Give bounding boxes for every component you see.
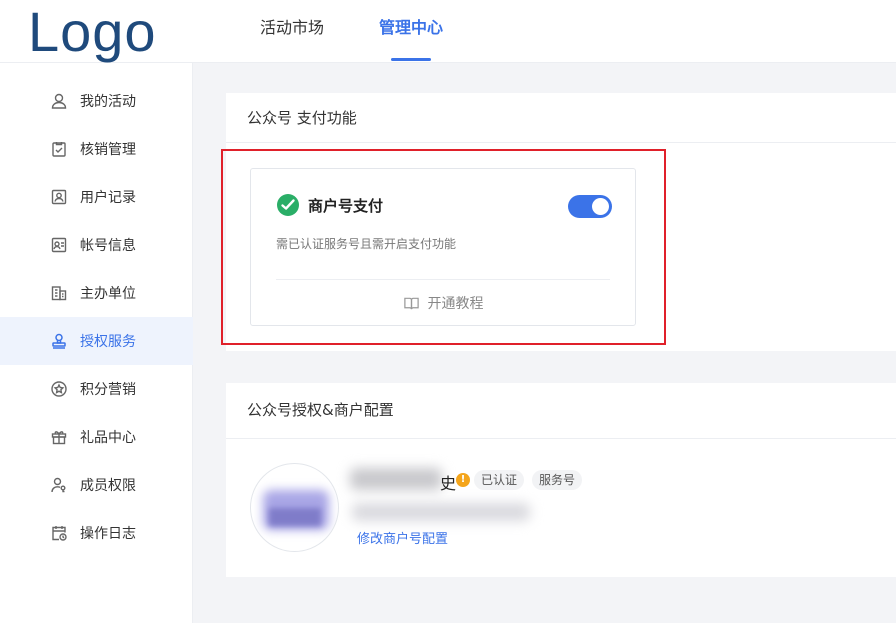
clipboard-check-icon <box>50 140 68 158</box>
sidebar-item-verification[interactable]: 核销管理 <box>0 125 193 173</box>
edit-merchant-config-link[interactable]: 修改商户号配置 <box>357 528 448 547</box>
sidebar: 我的活动 核销管理 用户记录 帐号信息 主办单位 授权服务 积分营销 礼品中心 … <box>0 63 193 623</box>
user-icon <box>50 92 68 110</box>
merchant-pay-toggle[interactable] <box>568 195 612 218</box>
id-card-icon <box>50 236 68 254</box>
section-title: 公众号 支付功能 <box>226 93 896 143</box>
warning-icon: ! <box>456 473 470 487</box>
sidebar-item-points-marketing[interactable]: 积分营销 <box>0 365 193 413</box>
verified-badge: 已认证 <box>474 470 525 490</box>
account-name: 史 <box>440 474 457 493</box>
sidebar-item-label: 积分营销 <box>80 382 136 398</box>
logo[interactable]: Logo <box>28 0 157 63</box>
calendar-log-icon <box>50 524 68 542</box>
sidebar-item-label: 用户记录 <box>80 190 136 206</box>
service-account-badge: 服务号 <box>532 470 583 490</box>
account-name-redacted <box>350 468 442 490</box>
tutorial-link[interactable]: 开通教程 <box>251 293 635 313</box>
section-title: 公众号授权&商户配置 <box>226 383 896 439</box>
active-tab-indicator <box>391 58 431 61</box>
top-bar: Logo 活动市场 管理中心 <box>0 0 896 63</box>
sidebar-item-label: 帐号信息 <box>80 238 136 254</box>
sidebar-item-label: 我的活动 <box>80 94 136 110</box>
sidebar-item-label: 授权服务 <box>80 334 136 350</box>
divider <box>276 279 610 280</box>
tab-activity-market[interactable]: 活动市场 <box>260 0 324 63</box>
sidebar-item-user-records[interactable]: 用户记录 <box>0 173 193 221</box>
user-key-icon <box>50 476 68 494</box>
sidebar-item-member-permissions[interactable]: 成员权限 <box>0 461 193 509</box>
building-icon <box>50 284 68 302</box>
user-record-icon <box>50 188 68 206</box>
stamp-icon <box>50 332 68 350</box>
sidebar-item-label: 成员权限 <box>80 478 136 494</box>
sidebar-item-account-info[interactable]: 帐号信息 <box>0 221 193 269</box>
account-subtitle-redacted <box>352 503 530 521</box>
gift-icon <box>50 428 68 446</box>
star-circle-icon <box>50 380 68 398</box>
tab-management-center[interactable]: 管理中心 <box>379 0 443 63</box>
sidebar-item-organizer[interactable]: 主办单位 <box>0 269 193 317</box>
sidebar-item-operation-log[interactable]: 操作日志 <box>0 509 193 557</box>
sidebar-item-authorization[interactable]: 授权服务 <box>0 317 193 365</box>
merchant-pay-description: 需已认证服务号且需开启支付功能 <box>276 237 457 251</box>
merchant-pay-card: 商户号支付 需已认证服务号且需开启支付功能 开通教程 <box>250 168 636 326</box>
sidebar-item-label: 主办单位 <box>80 286 136 302</box>
tutorial-label: 开通教程 <box>427 296 484 312</box>
sidebar-item-gift-center[interactable]: 礼品中心 <box>0 413 193 461</box>
account-avatar <box>250 463 339 552</box>
toggle-knob <box>592 198 609 215</box>
merchant-pay-title: 商户号支付 <box>276 193 383 217</box>
wechat-pay-icon <box>277 194 299 216</box>
merchant-pay-label: 商户号支付 <box>308 196 384 215</box>
sidebar-item-label: 礼品中心 <box>80 430 136 446</box>
sidebar-item-label: 核销管理 <box>80 142 136 158</box>
sidebar-item-my-activities[interactable]: 我的活动 <box>0 77 193 125</box>
sidebar-item-label: 操作日志 <box>80 526 136 542</box>
book-icon <box>403 297 419 309</box>
